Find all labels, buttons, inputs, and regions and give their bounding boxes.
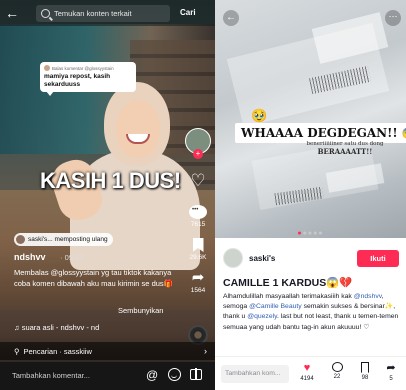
like-button[interactable]: ♥ 4194 — [296, 362, 318, 382]
save-button[interactable]: 98 — [354, 362, 376, 381]
carousel-dots: ●●●●● — [297, 230, 324, 237]
reply-text: mamiya repost, kasih sekarduuss — [44, 73, 111, 88]
share-arrow-icon: ➦ — [386, 362, 396, 374]
comment-icon — [331, 362, 343, 372]
photo-overlay-title: WHAAAA DEGDEGAN!! 😨 — [235, 123, 406, 143]
like-heart-icon[interactable]: ♡ — [183, 172, 213, 190]
post-text: Alhamdulillah masyaallah terimakasiiih k… — [223, 293, 354, 300]
top-bar: ← Temukan konten terkait Cari — [0, 0, 215, 26]
video-username[interactable]: ndshvv — [14, 252, 46, 262]
gift-icon[interactable] — [190, 368, 202, 380]
heart-icon: ♥ — [303, 362, 311, 374]
comment-bar: Tambahkan komentar... @ — [0, 362, 215, 390]
post-title: CAMILLE 1 KARDUS😱💔 — [223, 277, 353, 289]
creator-avatar-follow[interactable]: + — [183, 128, 213, 159]
search-placeholder: Temukan konten terkait — [54, 9, 132, 18]
video-caption: Membalas @glossyystain yg tau tiktok kak… — [14, 268, 173, 288]
like-count: 4194 — [300, 376, 314, 382]
repost-indicator[interactable]: saski's... memposting ulang — [14, 233, 113, 246]
post-description: Alhamdulillah masyaallah terimakasiiih k… — [223, 292, 401, 333]
related-search-bar[interactable]: ⚲ Pencarian · sasskiiw › — [0, 342, 215, 360]
comment-count: 7615 — [190, 221, 206, 228]
repost-text: saski's... memposting ulang — [28, 236, 108, 243]
comment-button[interactable]: 22 — [326, 362, 348, 380]
share-arrow-icon: ➦ — [191, 269, 205, 286]
share-action[interactable]: ➦ 1564 — [183, 270, 213, 294]
chevron-right-icon: › — [204, 346, 207, 356]
action-bar: Tambahkan kom... ♥ 4194 22 98 ➦ 5 — [215, 356, 406, 390]
search-input[interactable]: Temukan konten terkait — [36, 5, 170, 22]
comment-icon — [189, 205, 207, 219]
photo-subtitle-line-2: BERAAAATT!! — [317, 147, 373, 156]
comment-count: 22 — [333, 374, 341, 380]
right-post-panel: 🥹 WHAAAA DEGDEGAN!! 😨 beneriiiiiiner sat… — [215, 0, 406, 390]
comment-input[interactable]: Tambahkan kom... — [221, 365, 289, 383]
follow-plus-icon[interactable]: + — [193, 149, 203, 159]
related-search-icon: ⚲ — [14, 346, 20, 356]
related-search-text: Pencarian · sasskiiw — [23, 346, 92, 356]
post-photo[interactable]: 🥹 WHAAAA DEGDEGAN!! 😨 beneriiiiiiner sat… — [215, 0, 406, 238]
teary-face-emoji-icon: 🥹 — [251, 108, 268, 123]
bookmark-icon — [361, 362, 369, 373]
share-count: 1564 — [190, 287, 206, 294]
comment-input[interactable]: Tambahkan komentar... — [12, 371, 90, 380]
mention-link[interactable]: @ndshvv — [354, 293, 382, 300]
follow-button[interactable]: Ikuti — [357, 249, 399, 267]
sound-label[interactable]: ♫ suara asli - ndshvv - nd — [14, 323, 99, 332]
mention-at-icon[interactable]: @ — [146, 368, 158, 382]
share-count: 5 — [389, 376, 393, 382]
mention-link[interactable]: @quezely — [247, 313, 277, 320]
mention-link[interactable]: @Camille Beauty — [249, 303, 302, 310]
photo-overlay-text: WHAAAA DEGDEGAN!! — [241, 126, 398, 140]
search-button[interactable]: Cari — [180, 8, 196, 17]
bookmark-icon — [192, 238, 204, 252]
comment-action[interactable]: 7615 — [183, 205, 213, 228]
save-count: 98 — [361, 375, 369, 381]
video-overlay-caption: KASIH 1 DUS! — [40, 168, 181, 193]
reply-comment-sticker: Balas komentar @glossyystain mamiya repo… — [40, 62, 136, 96]
photo-overlay-subtitle: beneriiiiiiner satu dus dong BERAAAATT!! — [300, 141, 390, 155]
reply-avatar — [44, 65, 50, 71]
avatar[interactable] — [223, 248, 243, 268]
video-person-face — [116, 100, 160, 158]
scared-face-emoji-icon: 😨 — [402, 127, 406, 140]
emoji-icon[interactable] — [168, 368, 181, 381]
hide-caption-button[interactable]: Sembunyikan — [118, 306, 163, 315]
reply-header: Balas komentar @glossyystain — [52, 65, 114, 71]
video-date: · 09-21 — [60, 253, 84, 262]
left-video-panel[interactable]: ← Temukan konten terkait Cari Balas kome… — [0, 0, 215, 390]
post-author-row: saski's Ikuti — [223, 246, 399, 270]
share-button[interactable]: ➦ 5 — [380, 362, 402, 382]
back-arrow-icon[interactable]: ← — [4, 5, 20, 21]
bookmark-action[interactable]: 29.6K — [183, 238, 213, 261]
search-icon — [41, 9, 50, 18]
more-options-icon[interactable]: ⋯ — [385, 10, 401, 26]
back-arrow-icon[interactable]: ← — [223, 10, 239, 26]
author-name[interactable]: saski's — [249, 254, 275, 263]
repost-avatar — [16, 235, 25, 244]
bookmark-count: 29.6K — [189, 254, 207, 261]
